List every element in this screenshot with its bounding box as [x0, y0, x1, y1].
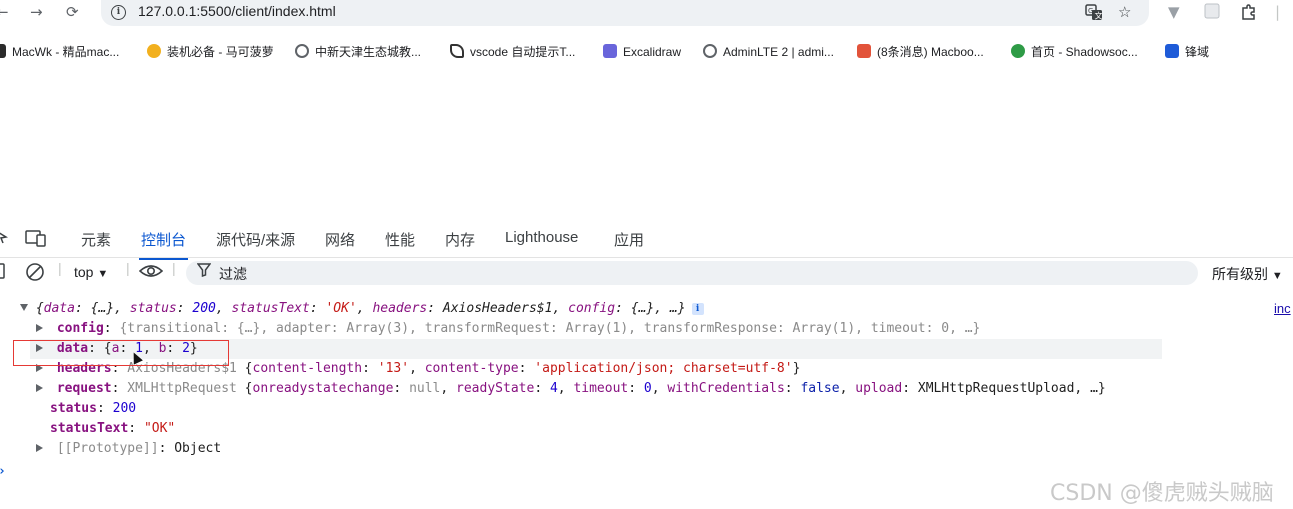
log-levels-dropdown[interactable]: 所有级别 ▼ [1212, 264, 1283, 284]
expand-arrow-icon[interactable] [36, 384, 43, 392]
devtools-tabbar: 元素 控制台 源代码/来源 网络 性能 内存 Lighthouse 应用 [0, 222, 1293, 260]
reload-icon[interactable]: ⟳ [66, 3, 79, 21]
bookmark-item[interactable]: 首页 - Shadowsoc... [1011, 43, 1138, 61]
svg-text:文: 文 [1095, 11, 1103, 21]
bookmark-item[interactable]: (8条消息) Macboo... [857, 43, 984, 61]
property-row-request[interactable]: request: XMLHttpRequest {onreadystatecha… [36, 379, 1106, 399]
device-toggle-icon[interactable] [25, 229, 47, 251]
forward-icon[interactable]: → [30, 3, 43, 21]
bookmark-item[interactable]: MacWk - 精品mac... [0, 43, 119, 61]
expand-arrow-icon[interactable] [20, 304, 28, 311]
globe-icon [295, 44, 309, 58]
watermark: CSDN @傻虎贼头贼脑 [1050, 481, 1274, 506]
extension-icon[interactable] [1204, 3, 1220, 23]
bookmark-item[interactable]: vscode 自动提示T... [450, 43, 575, 61]
bookmark-item[interactable]: AdminLTE 2 | admi... [703, 43, 834, 61]
svg-text:G: G [1088, 7, 1093, 15]
puzzle-icon[interactable] [1240, 3, 1258, 25]
bookmark-favicon-icon [0, 44, 6, 58]
tab-application[interactable]: 应用 [614, 229, 644, 250]
console-output: {data: {…}, status: 200, statusText: 'OK… [0, 292, 1293, 492]
translate-icon[interactable]: 文G [1085, 3, 1103, 25]
console-toolbar: | top ▼ | | 过滤 所有级别 ▼ [0, 259, 1293, 287]
inspect-icon[interactable] [0, 229, 9, 249]
live-expression-eye-icon[interactable] [138, 262, 164, 283]
shield-icon[interactable]: ▼ [1168, 3, 1180, 21]
globe-icon [703, 44, 717, 58]
paperplane-icon [1011, 44, 1025, 58]
star-icon[interactable]: ☆ [1118, 3, 1131, 21]
config-preview: {transitional: {…}, adapter: Array(3), t… [119, 321, 981, 336]
flag-icon [1165, 44, 1179, 58]
property-row-status: status: 200 [50, 401, 137, 416]
site-info-icon[interactable]: i [111, 5, 126, 20]
tab-sources[interactable]: 源代码/来源 [216, 229, 295, 250]
tab-memory[interactable]: 内存 [445, 229, 475, 250]
property-row-config[interactable]: config: {transitional: {…}, adapter: Arr… [36, 319, 980, 339]
excalidraw-icon [603, 44, 617, 58]
toolbar-divider: | [58, 260, 62, 276]
source-link[interactable]: inc [1274, 299, 1291, 319]
filter-placeholder: 过滤 [219, 266, 247, 282]
tab-performance[interactable]: 性能 [385, 229, 415, 250]
tab-elements[interactable]: 元素 [81, 229, 111, 250]
tab-console[interactable]: 控制台 [138, 229, 189, 260]
filter-input[interactable] [186, 261, 1198, 285]
back-icon[interactable]: ← [0, 3, 9, 21]
browser-toolbar: ← → ⟳ i 127.0.0.1:5500/client/index.html… [0, 0, 1293, 26]
highlight-annotation-box [13, 340, 229, 366]
bookmark-item[interactable]: 锋域 [1165, 43, 1209, 61]
bookmarks-bar: MacWk - 精品mac... 装机必备 - 马可菠萝 中新天津生态城教...… [0, 36, 1293, 66]
chevron-down-icon: ▼ [1271, 270, 1283, 282]
pineapple-icon [147, 44, 161, 58]
filter-icon [196, 263, 212, 280]
toolbar-divider: | [1275, 3, 1281, 21]
tab-network[interactable]: 网络 [325, 229, 355, 250]
clear-console-icon[interactable] [25, 262, 45, 285]
toolbar-divider: | [172, 260, 176, 276]
sidebar-toggle-icon[interactable] [0, 263, 6, 282]
expand-arrow-icon[interactable] [36, 444, 43, 452]
info-icon[interactable]: i [691, 303, 704, 315]
context-selector[interactable]: top ▼ [74, 264, 108, 280]
console-prompt-icon[interactable]: › [0, 462, 6, 482]
expand-arrow-icon[interactable] [36, 324, 43, 332]
vscode-icon [450, 44, 464, 58]
tab-lighthouse[interactable]: Lighthouse [505, 229, 578, 246]
chevron-down-icon: ▼ [97, 268, 109, 280]
bookmark-item[interactable]: Excalidraw [603, 43, 681, 61]
toolbar-divider: | [126, 260, 130, 276]
bookmark-item[interactable]: 中新天津生态城教... [295, 43, 421, 61]
property-row-statustext: statusText: "OK" [50, 421, 176, 436]
csdn-icon [857, 44, 871, 58]
object-summary-row[interactable]: {data: {…}, status: 200, statusText: 'OK… [20, 299, 704, 319]
url-text[interactable]: 127.0.0.1:5500/client/index.html [138, 3, 336, 19]
bookmark-item[interactable]: 装机必备 - 马可菠萝 [147, 43, 274, 61]
property-row-prototype[interactable]: [[Prototype]]: Object [36, 439, 221, 459]
